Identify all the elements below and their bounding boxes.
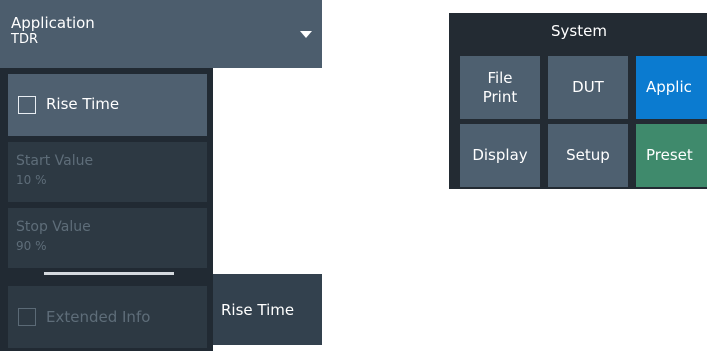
system-panel: System File Print DUT Applic Display Set…: [449, 13, 707, 189]
display-button[interactable]: Display: [460, 124, 540, 187]
stop-value-label: Stop Value: [16, 219, 91, 235]
rise-time-label: Rise Time: [46, 95, 120, 113]
setup-button[interactable]: Setup: [548, 124, 628, 187]
application-button[interactable]: Applic: [636, 56, 707, 119]
extended-info-checkbox[interactable]: [18, 308, 36, 326]
file-print-label-line1: File: [487, 68, 513, 87]
display-label: Display: [472, 146, 528, 164]
rise-time-softkey[interactable]: Rise Time: [8, 74, 207, 136]
file-print-label-line2: Print: [482, 87, 518, 106]
rise-time-tab[interactable]: Rise Time: [213, 274, 322, 345]
system-title: System: [551, 22, 607, 40]
application-label: Applic: [646, 78, 692, 96]
preset-button[interactable]: Preset: [636, 124, 707, 187]
softkey-panel: Rise Time Start Value 10 % Stop Value 90…: [0, 68, 213, 351]
dut-label: DUT: [572, 78, 604, 96]
dropdown-arrow-icon[interactable]: [300, 31, 312, 38]
application-subtitle: TDR: [11, 32, 38, 47]
extended-info-label: Extended Info: [46, 308, 151, 326]
setup-label: Setup: [566, 146, 610, 164]
rise-time-tab-label: Rise Time: [221, 300, 295, 319]
dut-button[interactable]: DUT: [548, 56, 628, 119]
start-value-value: 10 %: [16, 173, 47, 187]
stop-value-softkey[interactable]: Stop Value 90 %: [8, 208, 207, 268]
file-print-button[interactable]: File Print: [460, 56, 540, 119]
preset-label: Preset: [646, 146, 693, 164]
start-value-label: Start Value: [16, 153, 94, 169]
application-title: Application: [11, 14, 95, 32]
stop-value-value: 90 %: [16, 239, 47, 253]
application-dropdown[interactable]: Application TDR: [0, 0, 322, 68]
extended-info-softkey[interactable]: Extended Info: [8, 286, 207, 348]
softkey-divider: [44, 272, 174, 275]
rise-time-checkbox[interactable]: [18, 96, 36, 114]
start-value-softkey[interactable]: Start Value 10 %: [8, 142, 207, 202]
